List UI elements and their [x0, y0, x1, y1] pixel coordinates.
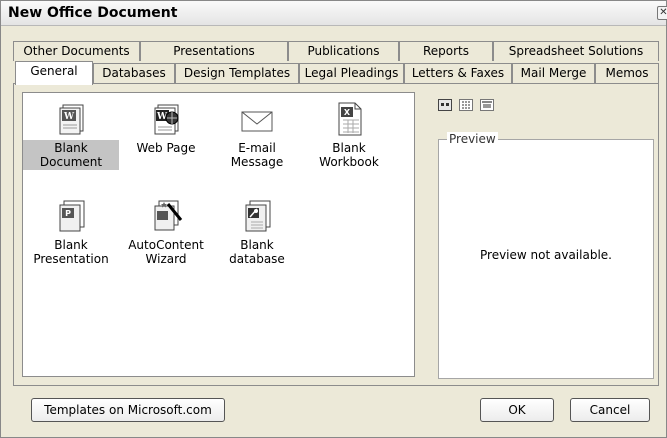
template-blank-document[interactable]: W Blank Document [23, 101, 119, 170]
title-bar[interactable]: New Office Document ✕ [1, 1, 667, 26]
web-page-icon: W [154, 104, 179, 135]
tab-presentations[interactable]: Presentations [140, 41, 288, 61]
template-label: Blank Workbook [319, 141, 379, 169]
preview-box: Preview Preview not available. [438, 132, 654, 379]
tab-other-documents[interactable]: Other Documents [13, 41, 140, 61]
tab-letters-faxes[interactable]: Letters & Faxes [404, 63, 512, 83]
close-icon[interactable]: ✕ [657, 6, 667, 20]
templates-on-microsoft-button[interactable]: Templates on Microsoft.com [31, 398, 225, 422]
tab-publications[interactable]: Publications [288, 41, 399, 61]
tab-panel-general: W Blank Document W Web Page E-mail Messa… [13, 83, 659, 386]
tab-memos[interactable]: Memos [595, 63, 659, 83]
template-blank-database[interactable]: Blank database [209, 198, 305, 267]
tab-general[interactable]: General [15, 61, 93, 85]
template-email-message[interactable]: E-mail Message [209, 101, 305, 170]
dialog-title: New Office Document [8, 5, 178, 21]
access-database-icon [245, 200, 271, 232]
autocontent-wizard-icon [154, 200, 183, 231]
template-label: Blank Document [23, 140, 119, 170]
preview-legend: Preview [447, 132, 498, 146]
svg-text:X: X [344, 108, 351, 117]
cancel-button[interactable]: Cancel [570, 398, 650, 422]
tab-reports[interactable]: Reports [399, 41, 493, 61]
svg-text:P: P [65, 209, 71, 218]
template-autocontent-wizard[interactable]: AutoContent Wizard [118, 198, 214, 267]
template-label: Web Page [136, 141, 196, 155]
template-label: Blank database [229, 238, 285, 266]
template-web-page[interactable]: W Web Page [118, 101, 214, 156]
tab-design-templates[interactable]: Design Templates [175, 63, 299, 83]
tab-legal-pleadings[interactable]: Legal Pleadings [299, 63, 404, 83]
svg-text:W: W [63, 112, 75, 122]
details-view-icon[interactable] [480, 99, 494, 111]
template-label: E-mail Message [230, 141, 284, 169]
tab-mail-merge[interactable]: Mail Merge [512, 63, 595, 83]
template-label: AutoContent Wizard [128, 238, 204, 266]
powerpoint-presentation-icon: P [59, 200, 85, 232]
large-icons-view-icon[interactable] [438, 99, 452, 111]
preview-message: Preview not available. [480, 248, 612, 262]
template-blank-presentation[interactable]: P Blank Presentation [23, 198, 119, 267]
word-document-icon: W [59, 104, 84, 135]
excel-workbook-icon: X [338, 102, 362, 136]
list-view-icon[interactable] [459, 99, 473, 111]
template-blank-workbook[interactable]: X Blank Workbook [301, 101, 397, 170]
ok-button[interactable]: OK [480, 398, 554, 422]
new-office-document-dialog: New Office Document ✕ Other Documents Pr… [0, 0, 667, 438]
email-envelope-icon [241, 111, 273, 132]
template-label: Blank Presentation [33, 238, 109, 266]
template-icon-area[interactable]: W Blank Document W Web Page E-mail Messa… [22, 92, 415, 377]
tab-databases[interactable]: Databases [93, 63, 175, 83]
tab-spreadsheet-solutions[interactable]: Spreadsheet Solutions [493, 41, 659, 61]
